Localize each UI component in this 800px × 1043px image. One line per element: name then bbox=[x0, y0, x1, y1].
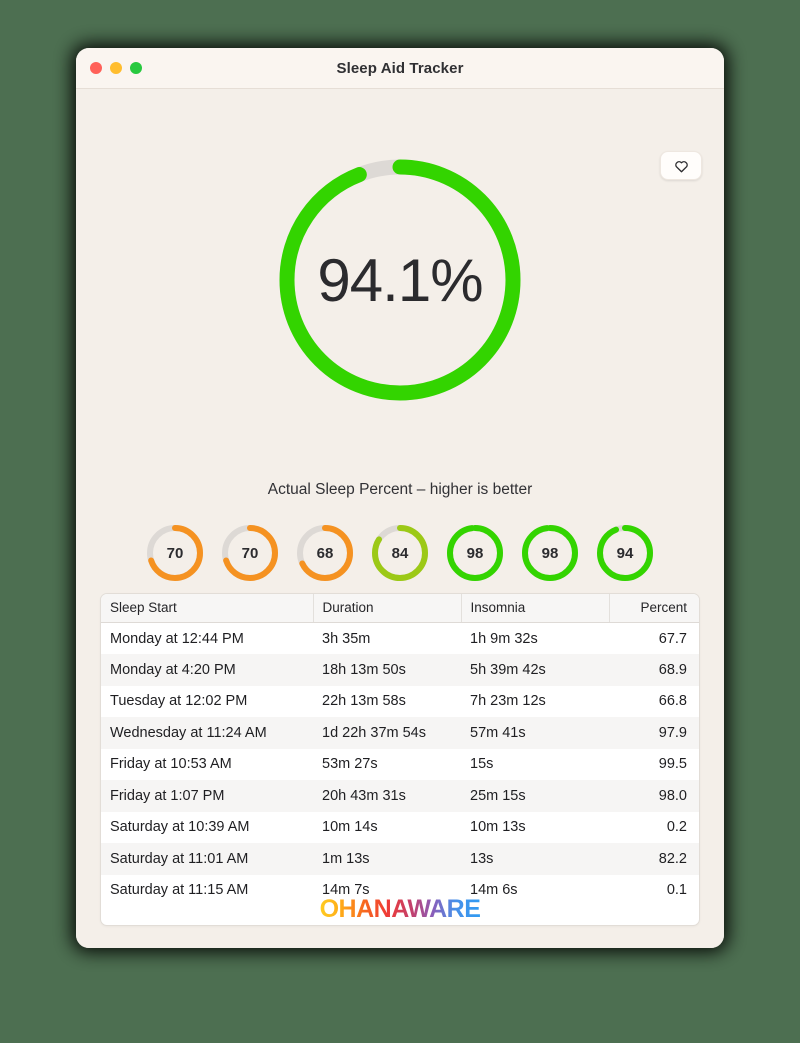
cell-insomnia: 7h 23m 12s bbox=[470, 693, 546, 710]
table-body: Monday at 12:44 PM 3h 35m 1h 9m 32s 67.7 Mon… bbox=[101, 622, 699, 906]
cell-sleep-start: Friday at 10:53 AM bbox=[110, 756, 232, 773]
table-row[interactable]: Monday at 12:44 PM 3h 35m 1h 9m 32s 67.7 bbox=[101, 622, 699, 654]
weekday-value: 70 bbox=[241, 544, 259, 562]
cell-sleep-start: Saturday at 11:01 AM bbox=[110, 850, 249, 867]
table-row[interactable]: Saturday at 11:01 AM 1m 13s 13s 82.2 bbox=[101, 843, 699, 875]
column-header-duration[interactable]: Duration bbox=[313, 594, 462, 623]
minimize-button-icon[interactable] bbox=[110, 62, 122, 74]
weekday-ring: 68 bbox=[294, 522, 356, 584]
desktop-backdrop: Sleep Aid Tracker 94.1% Actual Sleep Per… bbox=[0, 0, 800, 1043]
column-header-insomnia[interactable]: Insomnia bbox=[461, 594, 610, 623]
weekday-value: 94 bbox=[616, 544, 634, 562]
window-title: Sleep Aid Tracker bbox=[336, 59, 464, 77]
ohanaware-logo[interactable]: OHANAWARE bbox=[320, 895, 481, 924]
weekday-ring: 94 bbox=[594, 522, 656, 584]
cell-percent: 67.7 bbox=[658, 630, 687, 647]
cell-percent: 98.0 bbox=[658, 787, 687, 804]
main-gauge-value: 94.1% bbox=[317, 246, 483, 314]
window-content: 94.1% Actual Sleep Percent – higher is b… bbox=[76, 89, 724, 948]
weekday-ring: 98 bbox=[444, 522, 506, 584]
main-gauge: 94.1% bbox=[272, 152, 528, 408]
cell-duration: 1d 22h 37m 54s bbox=[322, 724, 426, 741]
sleep-sessions-table[interactable]: Sleep Start Duration Insomnia Percent Mo… bbox=[100, 593, 700, 926]
table-header: Sleep Start Duration Insomnia Percent bbox=[101, 594, 699, 623]
close-button-icon[interactable] bbox=[90, 62, 102, 74]
column-header-percent[interactable]: Percent bbox=[609, 594, 699, 623]
weekday-value: 70 bbox=[166, 544, 184, 562]
weekday-value: 98 bbox=[466, 544, 484, 562]
cell-duration: 10m 14s bbox=[322, 819, 378, 836]
cell-percent: 99.5 bbox=[658, 756, 687, 773]
cell-insomnia: 13s bbox=[470, 850, 494, 867]
table-row[interactable]: Wednesday at 11:24 AM 1d 22h 37m 54s 57m 4… bbox=[101, 717, 699, 749]
table-row[interactable]: Monday at 4:20 PM 18h 13m 50s 5h 39m 42s 68… bbox=[101, 654, 699, 686]
weekday-value: 84 bbox=[391, 544, 409, 562]
traffic-lights bbox=[90, 62, 142, 74]
table-row[interactable]: Tuesday at 12:02 PM 22h 13m 58s 7h 23m 12s… bbox=[101, 685, 699, 717]
weekday-ring: 70 bbox=[219, 522, 281, 584]
sleep-table: Sleep Start Duration Insomnia Percent Mo… bbox=[101, 594, 699, 906]
cell-percent: 66.8 bbox=[658, 693, 687, 710]
table-header-row: Sleep Start Duration Insomnia Percent bbox=[101, 594, 699, 623]
cell-insomnia: 1h 9m 32s bbox=[470, 630, 538, 647]
footer: OHANAWARE bbox=[76, 895, 724, 924]
weekday-value: 98 bbox=[541, 544, 559, 562]
cell-duration: 22h 13m 58s bbox=[322, 693, 406, 710]
cell-duration: 53m 27s bbox=[322, 756, 378, 773]
column-header-sleep-start[interactable]: Sleep Start bbox=[101, 594, 314, 623]
cell-percent: 0.2 bbox=[666, 819, 687, 836]
weekday-ring: 70 bbox=[144, 522, 206, 584]
cell-duration: 20h 43m 31s bbox=[322, 787, 406, 804]
cell-percent: 82.2 bbox=[658, 850, 687, 867]
cell-insomnia: 10m 13s bbox=[470, 819, 526, 836]
cell-percent: 97.9 bbox=[658, 724, 687, 741]
cell-percent: 68.9 bbox=[658, 661, 687, 678]
cell-sleep-start: Monday at 12:44 PM bbox=[110, 630, 244, 647]
cell-sleep-start: Friday at 1:07 PM bbox=[110, 787, 225, 804]
favorite-button[interactable] bbox=[660, 151, 702, 180]
cell-sleep-start: Tuesday at 12:02 PM bbox=[110, 693, 248, 710]
window-titlebar: Sleep Aid Tracker bbox=[76, 48, 724, 89]
table-row[interactable]: Friday at 10:53 AM 53m 27s 15s 99.5 bbox=[101, 748, 699, 780]
app-window: Sleep Aid Tracker 94.1% Actual Sleep Per… bbox=[76, 48, 724, 948]
cell-insomnia: 25m 15s bbox=[470, 787, 526, 804]
zoom-button-icon[interactable] bbox=[130, 62, 142, 74]
cell-sleep-start: Monday at 4:20 PM bbox=[110, 661, 236, 678]
cell-sleep-start: Wednesday at 11:24 AM bbox=[110, 724, 267, 741]
weekday-ring: 84 bbox=[369, 522, 431, 584]
weekday-ring: 98 bbox=[519, 522, 581, 584]
table-row[interactable]: Friday at 1:07 PM 20h 43m 31s 25m 15s 98.0 bbox=[101, 780, 699, 812]
cell-duration: 18h 13m 50s bbox=[322, 661, 406, 678]
table-row[interactable]: Saturday at 10:39 AM 10m 14s 10m 13s 0.2 bbox=[101, 811, 699, 843]
weekday-value: 68 bbox=[316, 544, 334, 562]
cell-insomnia: 57m 41s bbox=[470, 724, 526, 741]
cell-duration: 3h 35m bbox=[322, 630, 371, 647]
heart-outline-icon bbox=[674, 159, 689, 173]
cell-sleep-start: Saturday at 10:39 AM bbox=[110, 819, 250, 836]
main-gauge-caption: Actual Sleep Percent – higher is better bbox=[267, 481, 533, 498]
cell-insomnia: 15s bbox=[470, 756, 494, 773]
cell-insomnia: 5h 39m 42s bbox=[470, 661, 546, 678]
cell-duration: 1m 13s bbox=[322, 850, 370, 867]
